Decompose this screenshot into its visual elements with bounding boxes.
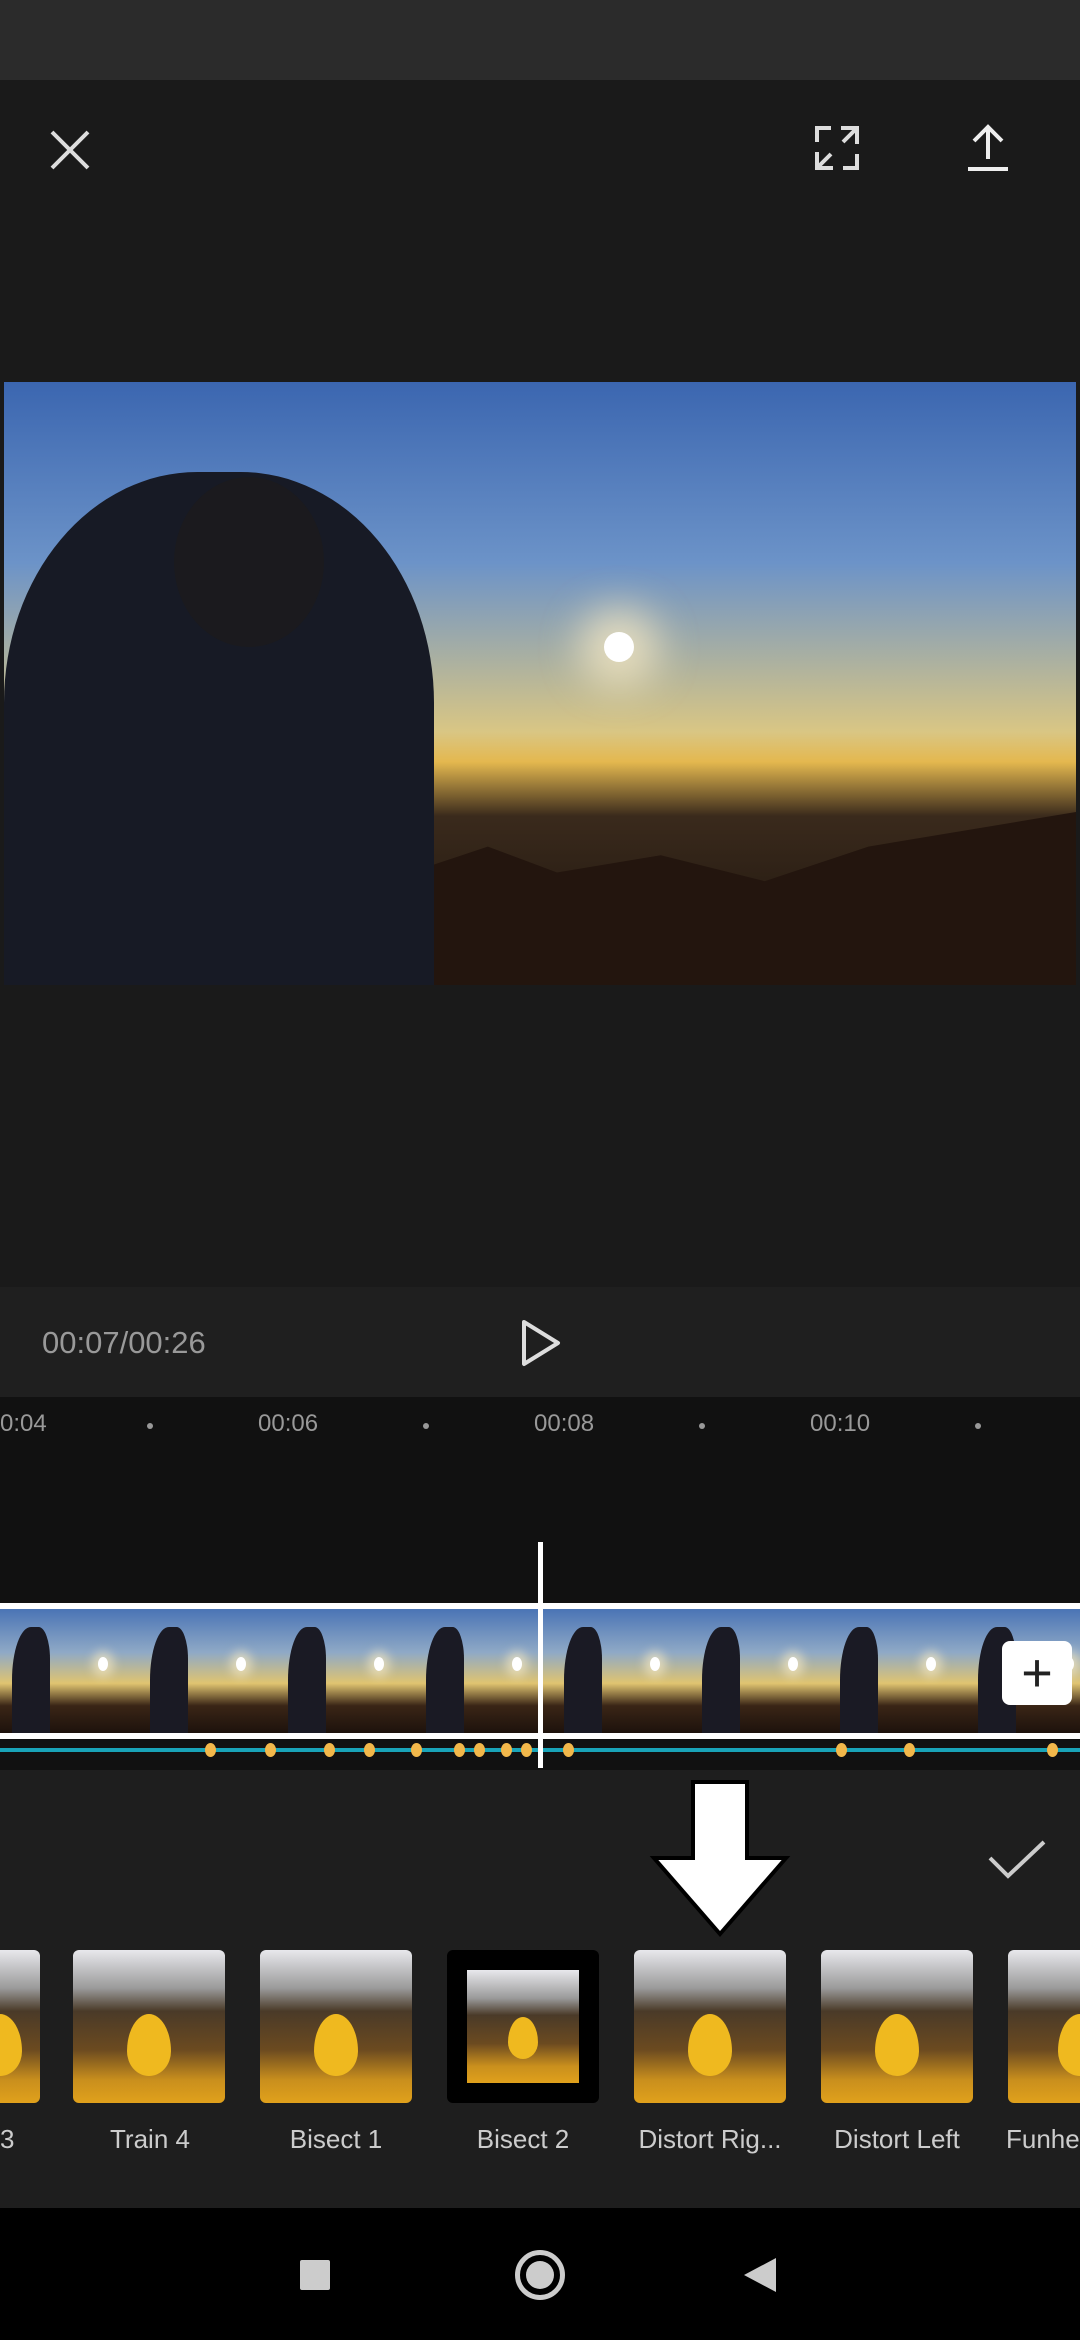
ruler-dot xyxy=(699,1423,705,1429)
ruler-tick: 0:04 xyxy=(0,1410,47,1437)
transition-thumb[interactable] xyxy=(634,1950,786,2103)
clip-frame xyxy=(840,1609,978,1733)
keyframe-marker[interactable] xyxy=(205,1743,216,1757)
fullscreen-icon[interactable] xyxy=(797,108,877,188)
ruler-tick: 00:08 xyxy=(534,1410,595,1437)
playhead[interactable] xyxy=(538,1542,543,1768)
transition-label: Distort Left xyxy=(834,2124,960,2154)
keyframe-marker[interactable] xyxy=(1047,1743,1058,1757)
keyframe-marker[interactable] xyxy=(265,1743,276,1757)
keyframe-marker[interactable] xyxy=(454,1743,465,1757)
keyframe-marker[interactable] xyxy=(411,1743,422,1757)
keyframe-marker[interactable] xyxy=(474,1743,485,1757)
square-icon[interactable] xyxy=(300,2260,330,2290)
ruler-dot xyxy=(147,1423,153,1429)
ruler-tick: 00:06 xyxy=(258,1410,319,1437)
check-icon[interactable] xyxy=(986,1838,1050,1887)
transition-label: Bisect 2 xyxy=(476,2124,570,2154)
status-bar xyxy=(0,0,1080,80)
transition-label: Distort Rig... xyxy=(638,2124,782,2154)
keyframe-marker[interactable] xyxy=(563,1743,574,1757)
ruler-tick: 00:10 xyxy=(810,1410,871,1437)
transition-thumb-selected[interactable] xyxy=(447,1950,599,2103)
keyframe-marker[interactable] xyxy=(364,1743,375,1757)
clip-frame xyxy=(12,1609,150,1733)
clip-frame xyxy=(702,1609,840,1733)
ruler-dot xyxy=(423,1423,429,1429)
clip-frame xyxy=(564,1609,702,1733)
transition-thumb[interactable] xyxy=(0,1950,40,2103)
keyframe-marker[interactable] xyxy=(836,1743,847,1757)
arrow-down-icon xyxy=(640,1780,792,1945)
transition-thumb[interactable] xyxy=(1008,1950,1080,2103)
clip-frame xyxy=(150,1609,288,1733)
back-triangle-icon[interactable] xyxy=(742,2256,778,2299)
transition-label: Bisect 1 xyxy=(289,2124,383,2154)
transition-thumb[interactable] xyxy=(73,1950,225,2103)
add-clip-button[interactable]: + xyxy=(1002,1641,1072,1705)
close-icon[interactable] xyxy=(30,110,110,190)
keyframe-marker[interactable] xyxy=(324,1743,335,1757)
clip-frame xyxy=(288,1609,426,1733)
transition-label: Train 4 xyxy=(110,2124,190,2154)
play-icon[interactable] xyxy=(520,1318,564,1373)
keyframe-marker[interactable] xyxy=(904,1743,915,1757)
video-preview[interactable] xyxy=(4,382,1076,985)
top-bar xyxy=(0,80,1080,380)
transition-thumb[interactable] xyxy=(821,1950,973,2103)
keyframe-marker[interactable] xyxy=(501,1743,512,1757)
playback-time: 00:07/00:26 xyxy=(42,1325,206,1360)
transition-thumb[interactable] xyxy=(260,1950,412,2103)
circle-icon[interactable] xyxy=(515,2250,565,2300)
transition-label: Funhe xyxy=(1006,2124,1080,2154)
clip-frame xyxy=(426,1609,564,1733)
upload-icon[interactable] xyxy=(948,108,1028,188)
clip-frame xyxy=(0,1609,12,1733)
transition-label: 3 xyxy=(0,2124,15,2154)
ruler-dot xyxy=(975,1423,981,1429)
keyframe-marker[interactable] xyxy=(521,1743,532,1757)
system-nav-bar xyxy=(0,2208,1080,2340)
